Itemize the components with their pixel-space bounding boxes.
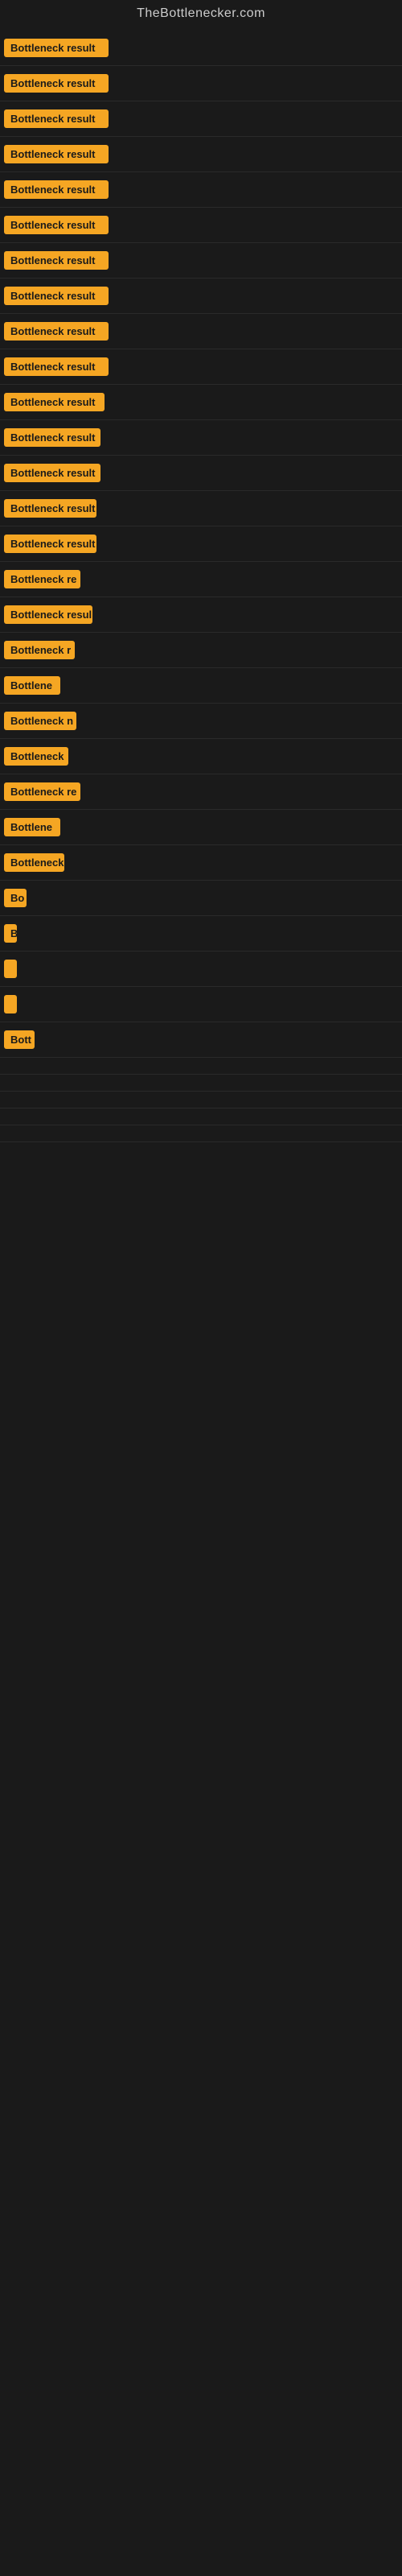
- list-item[interactable]: Bottleneck: [0, 845, 402, 881]
- list-item[interactable]: Bottleneck result: [0, 456, 402, 491]
- list-item[interactable]: Bottleneck result: [0, 208, 402, 243]
- list-item[interactable]: Bottleneck: [0, 739, 402, 774]
- site-title: TheBottlenecker.com: [0, 0, 402, 31]
- list-item[interactable]: Bottleneck re: [0, 774, 402, 810]
- list-item[interactable]: [0, 1075, 402, 1092]
- list-item[interactable]: Bottleneck result: [0, 314, 402, 349]
- list-item[interactable]: Bottleneck result: [0, 137, 402, 172]
- items-container: Bottleneck result Bottleneck result Bottle…: [0, 31, 402, 1142]
- list-item[interactable]: Bottleneck result: [0, 66, 402, 101]
- list-item[interactable]: Bottleneck result: [0, 349, 402, 385]
- bottleneck-badge: Bottleneck result: [4, 357, 109, 376]
- bottleneck-badge: Bottleneck result: [4, 74, 109, 93]
- list-item[interactable]: Bottlene: [0, 810, 402, 845]
- list-item[interactable]: [0, 1058, 402, 1075]
- list-item[interactable]: B: [0, 916, 402, 952]
- list-item[interactable]: Bottleneck n: [0, 704, 402, 739]
- bottleneck-badge: Bottleneck: [4, 747, 68, 766]
- list-item[interactable]: [0, 1108, 402, 1125]
- bottleneck-badge: Bottleneck r: [4, 641, 75, 659]
- bottleneck-badge: Bottleneck result: [4, 180, 109, 199]
- bottleneck-badge: [4, 960, 17, 978]
- list-item[interactable]: Bottleneck result: [0, 385, 402, 420]
- bottleneck-badge: Bottleneck re: [4, 570, 80, 588]
- list-item[interactable]: Bottlene: [0, 668, 402, 704]
- bottleneck-badge: [4, 995, 17, 1013]
- bottleneck-badge: Bottlene: [4, 818, 60, 836]
- bottleneck-badge: Bottleneck re: [4, 782, 80, 801]
- bottleneck-badge: Bottleneck resul: [4, 605, 92, 624]
- list-item[interactable]: [0, 987, 402, 1022]
- list-item[interactable]: Bottleneck resul: [0, 597, 402, 633]
- list-item[interactable]: Bottleneck result: [0, 172, 402, 208]
- bottleneck-badge: Bottleneck result: [4, 428, 100, 447]
- bottleneck-badge: Bo: [4, 889, 27, 907]
- list-item[interactable]: Bottleneck result: [0, 420, 402, 456]
- list-item[interactable]: Bottleneck result: [0, 31, 402, 66]
- bottleneck-badge: B: [4, 924, 17, 943]
- list-item[interactable]: Bottleneck re: [0, 562, 402, 597]
- bottleneck-badge: Bott: [4, 1030, 35, 1049]
- bottleneck-badge: Bottleneck result: [4, 145, 109, 163]
- bottleneck-badge: Bottlene: [4, 676, 60, 695]
- list-item[interactable]: Bottleneck r: [0, 633, 402, 668]
- bottleneck-badge: Bottleneck result: [4, 39, 109, 57]
- list-item[interactable]: Bottleneck result: [0, 101, 402, 137]
- list-item[interactable]: Bott: [0, 1022, 402, 1058]
- bottleneck-badge: Bottleneck result: [4, 393, 105, 411]
- bottleneck-badge: Bottleneck result: [4, 535, 96, 553]
- list-item[interactable]: Bottleneck result: [0, 526, 402, 562]
- list-item[interactable]: Bo: [0, 881, 402, 916]
- bottleneck-badge: Bottleneck result: [4, 251, 109, 270]
- list-item[interactable]: [0, 952, 402, 987]
- bottleneck-badge: Bottleneck result: [4, 216, 109, 234]
- list-item[interactable]: [0, 1092, 402, 1108]
- bottleneck-badge: Bottleneck result: [4, 109, 109, 128]
- bottleneck-badge: Bottleneck result: [4, 322, 109, 341]
- list-item[interactable]: [0, 1125, 402, 1142]
- list-item[interactable]: Bottleneck result: [0, 243, 402, 279]
- list-item[interactable]: Bottleneck result: [0, 491, 402, 526]
- bottleneck-badge: Bottleneck result: [4, 499, 96, 518]
- list-item[interactable]: Bottleneck result: [0, 279, 402, 314]
- bottleneck-badge: Bottleneck result: [4, 287, 109, 305]
- bottleneck-badge: Bottleneck result: [4, 464, 100, 482]
- bottleneck-badge: Bottleneck: [4, 853, 64, 872]
- bottleneck-badge: Bottleneck n: [4, 712, 76, 730]
